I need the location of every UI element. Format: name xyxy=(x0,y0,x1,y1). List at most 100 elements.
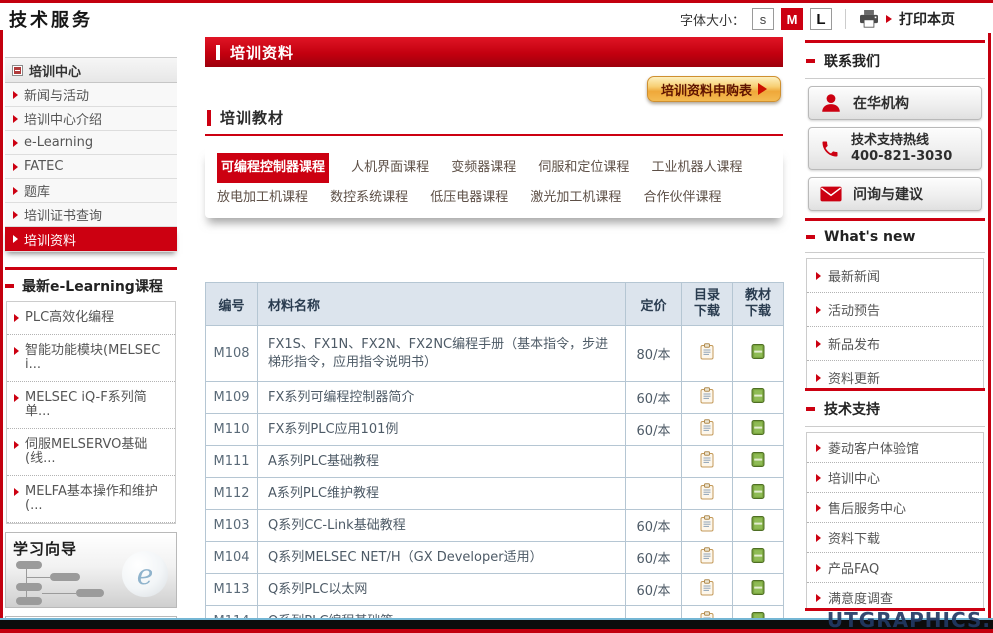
support-link-product-faq[interactable]: 产品FAQ xyxy=(807,553,983,583)
main-content: 培训资料 培训资料申购表 培训教材 可编程控制器课程 人机界面课程 变频器课程 … xyxy=(205,37,783,633)
triangle-bullet-icon xyxy=(13,211,18,219)
catalog-download-link[interactable] xyxy=(699,547,715,564)
support-link-training-center[interactable]: 培训中心 xyxy=(807,463,983,493)
catalog-download-link[interactable] xyxy=(699,343,715,360)
tab-servo-positioning-course[interactable]: 伺服和定位课程 xyxy=(538,155,629,181)
whats-new-title: What's new xyxy=(805,221,985,253)
catalog-download-link[interactable] xyxy=(699,419,715,436)
triangle-bullet-icon xyxy=(13,235,18,243)
font-size-small-button[interactable]: s xyxy=(752,8,774,30)
support-link-after-sales[interactable]: 售后服务中心 xyxy=(807,493,983,523)
banner-title: 培训资料 xyxy=(230,42,294,63)
triangle-bullet-icon xyxy=(13,115,18,123)
font-size-medium-button[interactable]: M xyxy=(781,8,803,30)
elearning-course-list: PLC高效化编程 智能功能模块(MELSEC i... MELSEC iQ-F系… xyxy=(6,301,176,524)
top-red-line xyxy=(0,0,993,3)
sidebar-item-news[interactable]: 新闻与活动 xyxy=(5,83,177,107)
order-form-button[interactable]: 培训资料申购表 xyxy=(647,76,781,102)
catalog-download-link[interactable] xyxy=(699,451,715,468)
tab-cnc-course[interactable]: 数控系统课程 xyxy=(330,185,408,211)
section-header: 培训教材 xyxy=(205,104,783,136)
learning-guide-label: 学习向导 xyxy=(13,538,77,559)
font-size-large-button[interactable]: L xyxy=(810,8,832,30)
sidebar-item-fatec[interactable]: FATEC xyxy=(5,155,177,179)
sidebar-item-elearning[interactable]: e-Learning xyxy=(5,131,177,155)
triangle-bullet-icon xyxy=(14,488,19,496)
clipboard-icon xyxy=(699,483,715,500)
catalog-download-link[interactable] xyxy=(699,515,715,532)
order-row: 培训资料申购表 xyxy=(205,67,783,103)
arrow-right-icon xyxy=(886,15,892,23)
elearning-course-link[interactable]: PLC高效化编程 xyxy=(7,302,175,335)
print-page-link[interactable]: 打印本页 xyxy=(899,9,955,29)
header-id: 编号 xyxy=(206,283,258,326)
catalog-download-link[interactable] xyxy=(699,387,715,404)
banner-bar-icon xyxy=(216,45,220,60)
material-download-link[interactable] xyxy=(750,451,766,468)
tech-support-box: 技术支持 菱动客户体验馆 培训中心 售后服务中心 资料下载 产品FAQ 满意度调… xyxy=(805,388,985,614)
support-link-experience-hall[interactable]: 菱动客户体验馆 xyxy=(807,433,983,463)
triangle-bullet-icon xyxy=(13,139,18,147)
tab-inverter-course[interactable]: 变频器课程 xyxy=(451,155,516,181)
sidebar-item-label: 新闻与活动 xyxy=(24,85,89,104)
catalog-download-link[interactable] xyxy=(699,579,715,596)
triangle-bullet-icon xyxy=(816,534,821,542)
triangle-bullet-icon xyxy=(14,441,19,449)
tab-plc-course[interactable]: 可编程控制器课程 xyxy=(217,153,329,183)
hotline-label: 技术支持热线 xyxy=(851,133,952,149)
order-form-button-label: 培训资料申购表 xyxy=(661,80,752,99)
material-download-link[interactable] xyxy=(750,343,766,360)
elearning-course-link[interactable]: 智能功能模块(MELSEC i... xyxy=(7,335,175,382)
tab-industrial-robot-course[interactable]: 工业机器人课程 xyxy=(651,155,742,181)
sidebar-item-training-materials[interactable]: 培训资料 xyxy=(5,227,177,252)
book-icon xyxy=(750,419,766,436)
material-download-link[interactable] xyxy=(750,483,766,500)
sidebar-item-center-intro[interactable]: 培训中心介绍 xyxy=(5,107,177,131)
tab-edm-course[interactable]: 放电加工机课程 xyxy=(217,185,308,211)
material-download-link[interactable] xyxy=(750,547,766,564)
elearning-course-link[interactable]: MELFA基本操作和维护 (... xyxy=(7,476,175,523)
table-row: M108 FX1S、FX1N、FX2N、FX2NC编程手册（基本指令，步进梯形指… xyxy=(206,326,784,382)
sidebar-header-training-center[interactable]: 培训中心 xyxy=(5,57,177,83)
whats-new-link-news[interactable]: 最新新闻 xyxy=(807,259,983,293)
learning-guide-banner[interactable]: 学习向导 e xyxy=(5,532,177,608)
triangle-bullet-icon xyxy=(14,314,19,322)
clipboard-icon xyxy=(699,547,715,564)
collapse-icon xyxy=(12,65,23,76)
material-download-link[interactable] xyxy=(750,579,766,596)
sidebar-item-label: 培训资料 xyxy=(24,230,76,249)
elearning-course-link[interactable]: 伺服MELSERVO基础(线... xyxy=(7,429,175,476)
sidebar-item-certificate-query[interactable]: 培训证书查询 xyxy=(5,203,177,227)
sidebar-item-question-bank[interactable]: 题库 xyxy=(5,179,177,203)
clipboard-icon xyxy=(699,451,715,468)
section-bar-icon xyxy=(207,110,211,126)
inquiry-button[interactable]: 问询与建议 xyxy=(808,177,982,211)
red-dash-icon xyxy=(806,407,815,411)
whats-new-link-new-products[interactable]: 新品发布 xyxy=(807,327,983,361)
sidebar-item-label: FATEC xyxy=(24,159,63,174)
person-icon xyxy=(820,92,842,114)
tab-hmi-course[interactable]: 人机界面课程 xyxy=(351,155,429,181)
book-icon xyxy=(750,387,766,404)
china-offices-button[interactable]: 在华机构 xyxy=(808,86,982,120)
catalog-download-link[interactable] xyxy=(699,483,715,500)
hotline-button[interactable]: 技术支持热线 400-821-3030 xyxy=(808,127,982,170)
header-material-download: 教材下载 xyxy=(733,283,784,326)
sidebar-item-label: e-Learning xyxy=(24,135,93,150)
tech-support-title: 技术支持 xyxy=(805,391,985,427)
material-download-link[interactable] xyxy=(750,419,766,436)
header-name: 材料名称 xyxy=(258,283,626,326)
sidebar-item-label: 培训证书查询 xyxy=(24,205,102,224)
sidebar-header-label: 培训中心 xyxy=(29,61,81,80)
elearning-course-link[interactable]: MELSEC iQ-F系列简单... xyxy=(7,382,175,429)
tab-laser-course[interactable]: 激光加工机课程 xyxy=(530,185,621,211)
whats-new-link-events[interactable]: 活动预告 xyxy=(807,293,983,327)
support-link-downloads[interactable]: 资料下载 xyxy=(807,523,983,553)
material-download-link[interactable] xyxy=(750,387,766,404)
mail-icon xyxy=(820,186,842,202)
page-header-banner: 培训资料 xyxy=(205,37,783,67)
material-download-link[interactable] xyxy=(750,515,766,532)
tab-partner-course[interactable]: 合作伙伴课程 xyxy=(643,185,721,211)
hotline-number: 400-821-3030 xyxy=(851,149,952,165)
tab-low-voltage-course[interactable]: 低压电器课程 xyxy=(430,185,508,211)
